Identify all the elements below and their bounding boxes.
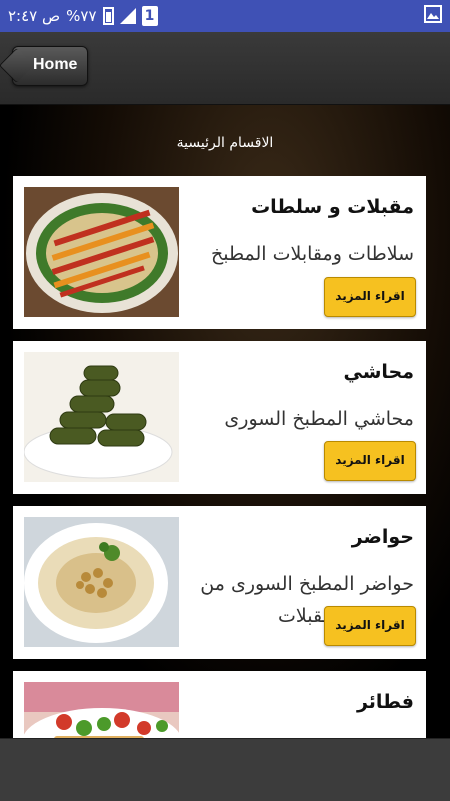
bottom-bar xyxy=(0,738,450,801)
card-title: فطائر xyxy=(356,691,414,713)
category-card[interactable]: محاشي محاشي المطبخ السورى اقراء المزيد xyxy=(13,341,426,494)
status-bar: ص ٢:٤٧ %٧٧ 1 xyxy=(0,0,450,32)
home-button[interactable]: Home xyxy=(0,46,89,86)
back-arrow-icon xyxy=(0,47,35,84)
sim-icon: 1 xyxy=(141,6,158,26)
header-bar: Home xyxy=(0,32,450,105)
card-title: مقبلات و سلطات xyxy=(251,196,414,218)
signal-icon xyxy=(119,8,136,24)
content-area[interactable]: الاقسام الرئيسية مقبلات و سلطات سلاطات و… xyxy=(0,105,450,738)
section-title: الاقسام الرئيسية xyxy=(176,135,274,151)
clock: ص ٢:٤٧ xyxy=(8,7,61,25)
card-title: محاشي xyxy=(343,361,415,383)
status-right xyxy=(424,5,442,23)
battery-percent: %٧٧ xyxy=(66,7,97,25)
category-card[interactable]: فطائر xyxy=(13,671,426,738)
category-card[interactable]: مقبلات و سلطات سلاطات ومقابلات المطبخ ال… xyxy=(13,176,426,329)
read-more-button[interactable]: اقراء المزيد xyxy=(324,277,416,317)
category-image-pastries xyxy=(24,682,179,738)
category-image-salads xyxy=(24,187,179,317)
card-description: سلاطات ومقابلات المطبخ السوري xyxy=(210,243,414,265)
gallery-notification-icon xyxy=(424,5,442,23)
card-title: حواضر xyxy=(351,526,414,548)
home-button-label: Home xyxy=(33,56,78,73)
read-more-button[interactable]: اقراء المزيد xyxy=(324,606,416,646)
category-image-hawader xyxy=(24,517,179,647)
card-description: محاشي المطبخ السورى xyxy=(224,408,414,430)
battery-icon xyxy=(102,7,114,25)
read-more-button[interactable]: اقراء المزيد xyxy=(324,441,416,481)
category-card[interactable]: حواضر حواضر المطبخ السورى من سلاطات ومقب… xyxy=(13,506,426,659)
status-left: ص ٢:٤٧ %٧٧ 1 xyxy=(8,6,158,26)
category-image-mahashi xyxy=(24,352,179,482)
